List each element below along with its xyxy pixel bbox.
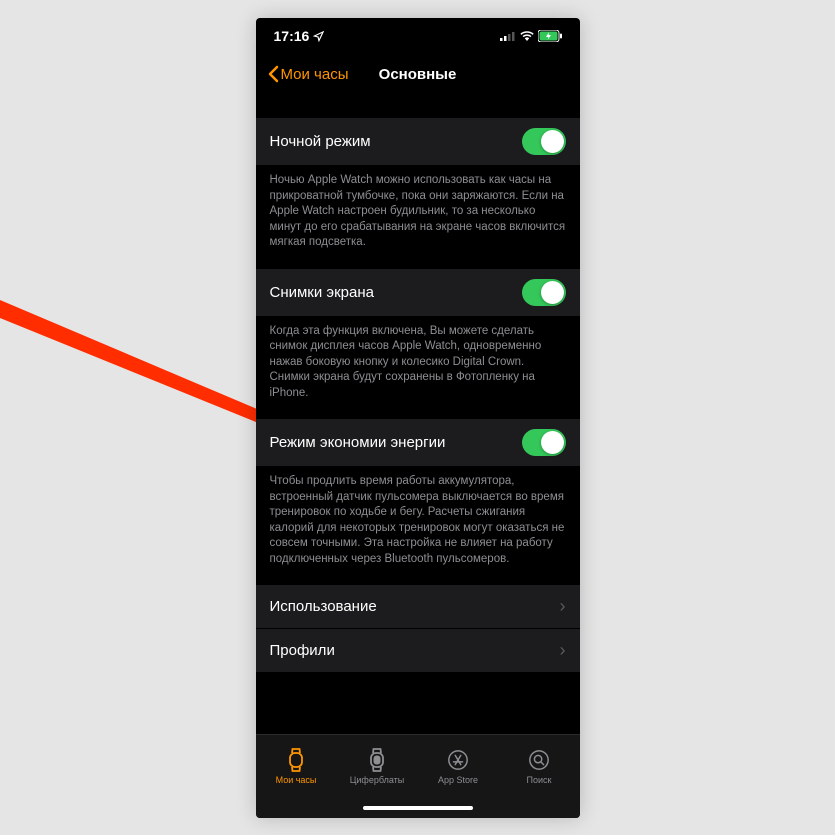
chevron-right-icon: ›	[560, 640, 566, 661]
tab-label: Циферблаты	[350, 775, 405, 785]
setting-label: Режим экономии энергии	[270, 434, 446, 451]
search-icon	[527, 748, 551, 772]
back-label: Мои часы	[281, 66, 349, 83]
chevron-right-icon: ›	[560, 596, 566, 617]
phone-frame: 17:16	[256, 18, 580, 818]
tab-faces[interactable]: Циферблаты	[337, 735, 418, 798]
nav-bar: Мои часы Основные	[256, 54, 580, 94]
setting-label: Использование	[270, 598, 377, 615]
tab-my-watch[interactable]: Мои часы	[256, 735, 337, 798]
chevron-left-icon	[268, 65, 279, 83]
tab-search[interactable]: Поиск	[499, 735, 580, 798]
watch-face-icon	[365, 748, 389, 772]
setting-night-mode[interactable]: Ночной режим	[256, 118, 580, 166]
setting-footer: Когда эта функция включена, Вы можете сд…	[256, 317, 580, 420]
setting-footer: Ночью Apple Watch можно использовать как…	[256, 166, 580, 269]
battery-icon	[538, 30, 562, 42]
tab-label: App Store	[438, 775, 478, 785]
location-icon	[313, 31, 324, 42]
back-button[interactable]: Мои часы	[268, 65, 349, 83]
settings-list[interactable]: Ночной режим Ночью Apple Watch можно исп…	[256, 94, 580, 734]
toggle-switch[interactable]	[522, 128, 566, 155]
cellular-icon	[500, 31, 516, 41]
wifi-icon	[520, 31, 534, 41]
status-bar: 17:16	[256, 18, 580, 54]
setting-label: Профили	[270, 642, 335, 659]
setting-screenshots[interactable]: Снимки экрана	[256, 269, 580, 317]
home-indicator[interactable]	[256, 798, 580, 818]
app-store-icon	[446, 748, 470, 772]
setting-label: Ночной режим	[270, 133, 371, 150]
tab-label: Мои часы	[276, 775, 317, 785]
tab-app-store[interactable]: App Store	[418, 735, 499, 798]
toggle-switch[interactable]	[522, 429, 566, 456]
nav-title: Основные	[379, 66, 457, 83]
tab-bar: Мои часы Циферблаты App Store	[256, 734, 580, 798]
setting-profiles[interactable]: Профили ›	[256, 629, 580, 673]
setting-footer: Чтобы продлить время работы аккумулятора…	[256, 467, 580, 585]
setting-label: Снимки экрана	[270, 284, 374, 301]
toggle-switch[interactable]	[522, 279, 566, 306]
setting-power-saving[interactable]: Режим экономии энергии	[256, 419, 580, 467]
watch-icon	[284, 748, 308, 772]
setting-usage[interactable]: Использование ›	[256, 585, 580, 629]
status-time: 17:16	[274, 28, 310, 44]
tab-label: Поиск	[527, 775, 552, 785]
